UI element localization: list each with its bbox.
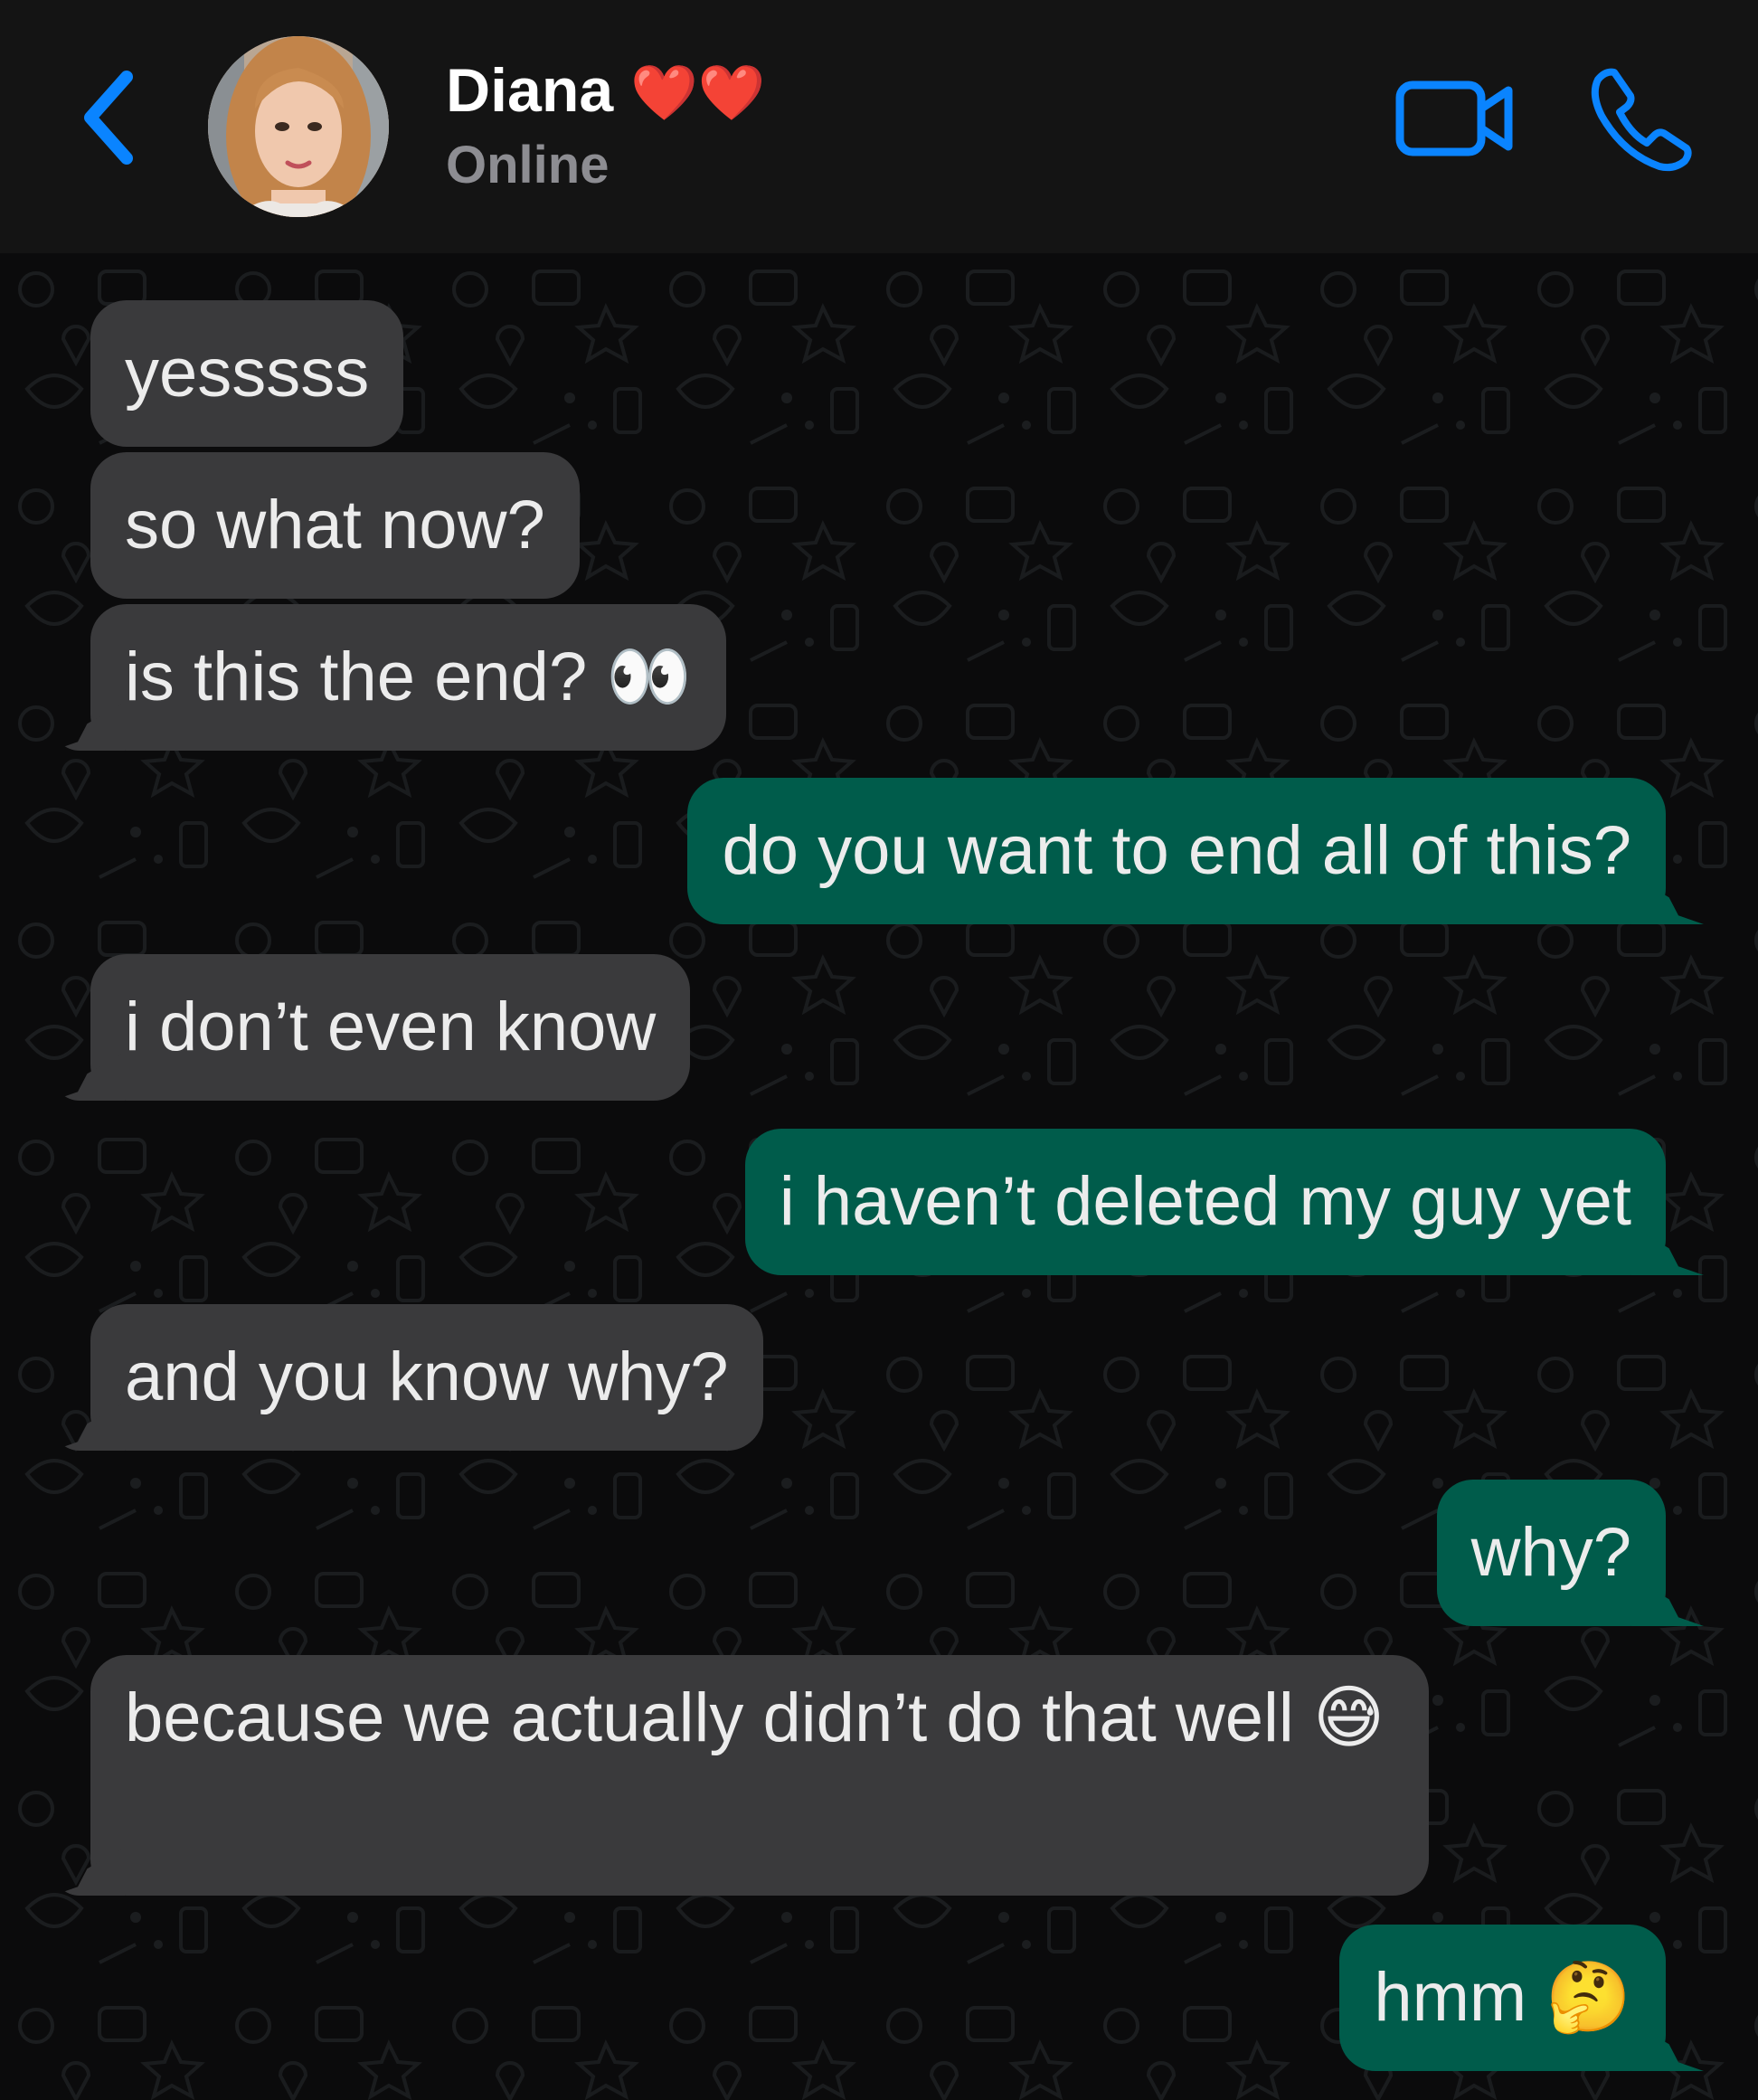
voice-call-button[interactable] bbox=[1587, 63, 1696, 172]
contact-name-text: Diana bbox=[446, 56, 614, 125]
message-bubble-outgoing[interactable]: i haven’t deleted my guy yet bbox=[744, 1129, 1666, 1275]
chevron-left-icon bbox=[84, 71, 133, 165]
message-text: because we actually didn’t do that well … bbox=[125, 1679, 1385, 1756]
message-bubble-outgoing[interactable]: why? bbox=[1436, 1480, 1666, 1626]
message-text: i haven’t deleted my guy yet bbox=[779, 1163, 1631, 1240]
hearts-emoji: ❤️❤️ bbox=[630, 61, 766, 125]
message-bubble-incoming[interactable]: so what now? bbox=[90, 452, 580, 599]
message-bubble-incoming[interactable]: i don’t even know bbox=[90, 954, 691, 1101]
contact-photo bbox=[208, 36, 389, 217]
phone-icon bbox=[1591, 68, 1692, 172]
message-text: do you want to end all of this? bbox=[722, 812, 1631, 889]
message-bubble-outgoing[interactable]: hmm 🤔 bbox=[1339, 1925, 1666, 2071]
message-bubble-incoming[interactable]: and you know why? bbox=[90, 1304, 763, 1451]
contact-status: Online bbox=[446, 136, 610, 194]
video-camera-icon bbox=[1395, 80, 1513, 156]
message-text: yesssss bbox=[125, 335, 370, 411]
chat-header: Diana ❤️❤️ Online bbox=[0, 0, 1758, 253]
message-bubble-incoming[interactable]: is this the end? 👀 bbox=[90, 604, 726, 751]
video-call-button[interactable] bbox=[1393, 69, 1519, 168]
chat-area[interactable]: yesssss so what now? is this the end? 👀 … bbox=[0, 253, 1758, 2100]
message-text: is this the end? 👀 bbox=[125, 639, 692, 715]
message-text: and you know why? bbox=[125, 1339, 729, 1415]
back-button[interactable] bbox=[72, 54, 163, 181]
message-text: so what now? bbox=[125, 487, 545, 563]
message-bubble-outgoing[interactable]: do you want to end all of this? bbox=[687, 778, 1666, 924]
avatar[interactable] bbox=[208, 36, 389, 217]
message-text: hmm 🤔 bbox=[1374, 1959, 1631, 2036]
message-text: i don’t even know bbox=[125, 989, 657, 1065]
message-text: why? bbox=[1470, 1514, 1631, 1591]
message-bubble-incoming[interactable]: because we actually didn’t do that well … bbox=[90, 1655, 1429, 1896]
contact-name[interactable]: Diana ❤️❤️ bbox=[446, 52, 766, 131]
message-bubble-incoming[interactable]: yesssss bbox=[90, 300, 404, 447]
